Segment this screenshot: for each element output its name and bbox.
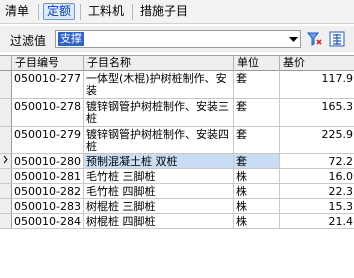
row-name: 树棍桩 三脚桩 (84, 199, 234, 213)
row-code: 050010-284 (12, 214, 84, 228)
table-row[interactable]: 050010-281 毛竹桩 三脚桩 株 16.0 (0, 169, 354, 184)
tab-qingdan[interactable]: 清单 (2, 3, 32, 20)
tab-bar: 清单 定额 工料机 措施子目 (0, 0, 354, 24)
row-price: 16.0 (328, 170, 354, 183)
filter-combobox[interactable]: 支撑 (55, 30, 301, 48)
row-code: 050010-281 (12, 169, 84, 183)
table-row[interactable]: 050010-283 树棍桩 三脚桩 株 15.3 (0, 199, 354, 214)
subitem-grid: 子目编号 子目名称 单位 基价 050010-277 一体型(木棍)护树桩制作、… (0, 55, 354, 278)
row-name: 树棍桩 四脚桩 (84, 214, 234, 228)
row-price: 15.3 (328, 200, 354, 213)
row-unit: 套 (234, 99, 280, 126)
filter-value[interactable]: 支撑 (58, 32, 84, 46)
row-price: 225.9 (321, 128, 354, 141)
tab-separator (80, 4, 81, 20)
row-name: 毛竹桩 四脚桩 (84, 184, 234, 198)
row-name: 预制混凝土桩 双桩 (84, 154, 234, 168)
row-code: 050010-278 (12, 99, 84, 126)
row-price: 117.9 (321, 72, 354, 85)
row-price: 72.2 (328, 155, 354, 168)
row-price: 22.3 (328, 185, 354, 198)
current-row-arrow-icon (3, 155, 8, 164)
row-code: 050010-279 (12, 127, 84, 153)
grid-header: 子目编号 子目名称 单位 基价 (0, 56, 354, 71)
row-code: 050010-280 (12, 154, 84, 168)
row-unit: 株 (234, 199, 280, 213)
table-row-selected[interactable]: 050010-280 预制混凝土桩 双桩 套 72.2 (0, 154, 354, 169)
tab-gongliaoji[interactable]: 工料机 (85, 3, 127, 20)
table-row[interactable]: 050010-278 镀锌钢管护树桩制作、安装三桩 套 165.3 (0, 99, 354, 127)
row-name: 毛竹桩 三脚桩 (84, 169, 234, 183)
row-price: 21.4 (328, 215, 354, 228)
row-indicator (0, 154, 12, 168)
row-indicator (0, 71, 12, 98)
header-price[interactable]: 基价 (280, 56, 354, 71)
chevron-down-icon[interactable] (289, 34, 298, 44)
row-code: 050010-283 (12, 199, 84, 213)
row-unit: 套 (234, 71, 280, 98)
row-name: 一体型(木棍)护树桩制作、安装 (84, 71, 234, 98)
header-unit[interactable]: 单位 (234, 56, 280, 71)
row-unit: 株 (234, 214, 280, 228)
filter-funnel-icon[interactable] (306, 30, 324, 48)
tab-separator (132, 4, 133, 20)
filter-bar: 过滤值 支撑 (0, 26, 354, 52)
row-indicator (0, 199, 12, 213)
row-indicator (0, 184, 12, 198)
table-row[interactable]: 050010-277 一体型(木棍)护树桩制作、安装 套 117.9 (0, 71, 354, 99)
table-row[interactable]: 050010-284 树棍桩 四脚桩 株 21.4 (0, 214, 354, 229)
table-row[interactable]: 050010-279 镀锌钢管护树桩制作、安装四桩 套 225.9 (0, 127, 354, 154)
header-name[interactable]: 子目名称 (84, 56, 234, 71)
row-code: 050010-282 (12, 184, 84, 198)
header-code[interactable]: 子目编号 (12, 56, 84, 71)
row-indicator (0, 99, 12, 126)
row-indicator (0, 127, 12, 153)
tab-separator (38, 4, 39, 20)
grid-toggle-icon[interactable] (328, 30, 346, 48)
row-indicator (0, 169, 12, 183)
row-price: 165.3 (321, 100, 354, 113)
row-name: 镀锌钢管护树桩制作、安装三桩 (84, 99, 234, 126)
row-name: 镀锌钢管护树桩制作、安装四桩 (84, 127, 234, 153)
tab-cuoshi-zimu[interactable]: 措施子目 (137, 3, 191, 20)
filter-label: 过滤值 (10, 34, 47, 48)
header-indicator-cell (0, 56, 12, 71)
table-row[interactable]: 050010-282 毛竹桩 四脚桩 株 22.3 (0, 184, 354, 199)
tab-dinge[interactable]: 定额 (43, 3, 76, 20)
row-indicator (0, 214, 12, 228)
row-unit: 株 (234, 169, 280, 183)
row-unit: 套 (234, 127, 280, 153)
row-code: 050010-277 (12, 71, 84, 98)
row-unit: 株 (234, 184, 280, 198)
row-unit: 套 (234, 154, 280, 168)
